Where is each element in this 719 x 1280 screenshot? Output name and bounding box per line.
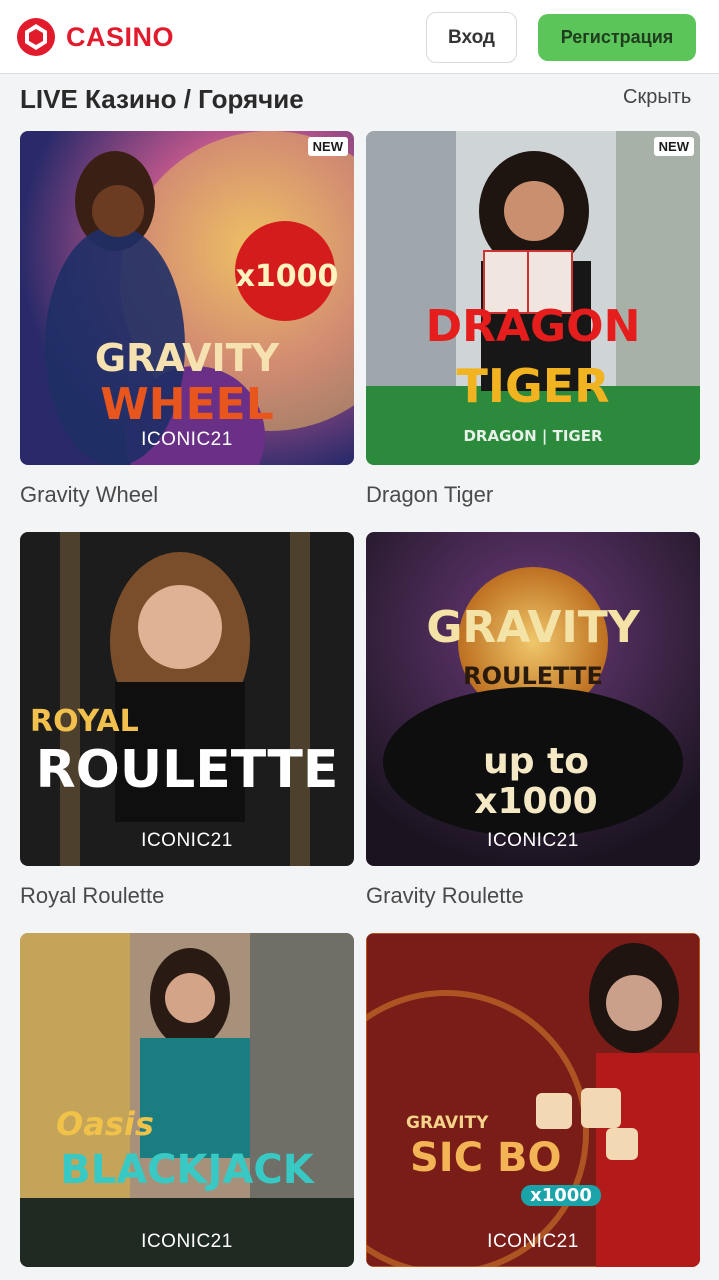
art-table-label: DRAGON | TIGER bbox=[463, 427, 603, 445]
dragon-tiger-art bbox=[366, 131, 700, 465]
provider-label: ICONIC21 bbox=[141, 429, 233, 450]
game-title[interactable]: Dragon Tiger bbox=[366, 482, 700, 508]
art-title-line2: ROULETTE bbox=[35, 740, 339, 800]
art-title-line2: TIGER bbox=[456, 359, 610, 413]
art-title-line2: SIC BO bbox=[410, 1135, 562, 1181]
art-multiplier: x1000 bbox=[521, 1185, 601, 1206]
art-title-line1: GRAVITY bbox=[406, 1113, 489, 1133]
game-thumbnail[interactable]: GRAVITY SIC BO x1000 ICONIC21 bbox=[366, 933, 700, 1267]
brand-name: CASINO bbox=[66, 21, 175, 52]
game-thumbnail[interactable]: DRAGON TIGER DRAGON | TIGER NEW bbox=[366, 131, 700, 465]
provider-label: ICONIC21 bbox=[141, 830, 233, 851]
game-card[interactable]: Oasis BLACKJACK ICONIC21 bbox=[20, 933, 354, 1280]
art-title-line1: GRAVITY bbox=[94, 336, 280, 380]
art-multiplier: up to x1000 bbox=[474, 741, 598, 822]
game-thumbnail[interactable]: Oasis BLACKJACK ICONIC21 bbox=[20, 933, 354, 1267]
top-header: CASINO Вход Регистрация bbox=[0, 0, 719, 74]
provider-label: ICONIC21 bbox=[487, 1231, 579, 1252]
provider-label: ICONIC21 bbox=[487, 830, 579, 851]
game-card[interactable]: GRAVITY SIC BO x1000 ICONIC21 bbox=[366, 933, 700, 1280]
art-multiplier: x1000 bbox=[235, 259, 339, 294]
game-card[interactable]: GRAVITY WHEEL x1000 NEW ICONIC21 Gravity… bbox=[20, 131, 354, 508]
logo-icon bbox=[17, 18, 55, 56]
game-thumbnail[interactable]: GRAVITY WHEEL x1000 NEW ICONIC21 bbox=[20, 131, 354, 465]
art-title-line1: DRAGON bbox=[425, 301, 641, 352]
gravity-sicbo-art bbox=[366, 933, 700, 1267]
art-title-line1: Oasis bbox=[56, 1105, 154, 1143]
register-button[interactable]: Регистрация bbox=[538, 14, 696, 61]
art-title-line2: WHEEL bbox=[100, 379, 274, 430]
game-title[interactable]: Royal Roulette bbox=[20, 883, 354, 909]
art-title-line1: GRAVITY bbox=[426, 602, 640, 653]
casino-logo[interactable]: CASINO bbox=[16, 17, 174, 57]
game-thumbnail[interactable]: GRAVITY ROULETTE up to x1000 ICONIC21 bbox=[366, 532, 700, 866]
login-button[interactable]: Вход bbox=[426, 12, 517, 63]
game-thumbnail[interactable]: ROYAL ROULETTE ICONIC21 bbox=[20, 532, 354, 866]
art-title-line2: BLACKJACK bbox=[60, 1147, 314, 1193]
game-card[interactable]: ROYAL ROULETTE ICONIC21 Royal Roulette bbox=[20, 532, 354, 909]
game-card[interactable]: GRAVITY ROULETTE up to x1000 ICONIC21 Gr… bbox=[366, 532, 700, 909]
new-badge: NEW bbox=[653, 137, 694, 156]
art-title-line1: ROYAL bbox=[30, 704, 139, 739]
art-title-line2: ROULETTE bbox=[463, 662, 603, 690]
game-title[interactable]: Gravity Roulette bbox=[366, 883, 700, 909]
game-card[interactable]: DRAGON TIGER DRAGON | TIGER NEW Dragon T… bbox=[366, 131, 700, 508]
game-title[interactable]: Gravity Wheel bbox=[20, 482, 354, 508]
royal-roulette-art bbox=[20, 532, 354, 866]
oasis-blackjack-art bbox=[20, 933, 354, 1267]
new-badge: NEW bbox=[307, 137, 348, 156]
hide-section-link[interactable]: Скрыть bbox=[623, 86, 691, 109]
section-title: LIVE Казино / Горячие bbox=[20, 84, 304, 114]
provider-label: ICONIC21 bbox=[141, 1231, 233, 1252]
